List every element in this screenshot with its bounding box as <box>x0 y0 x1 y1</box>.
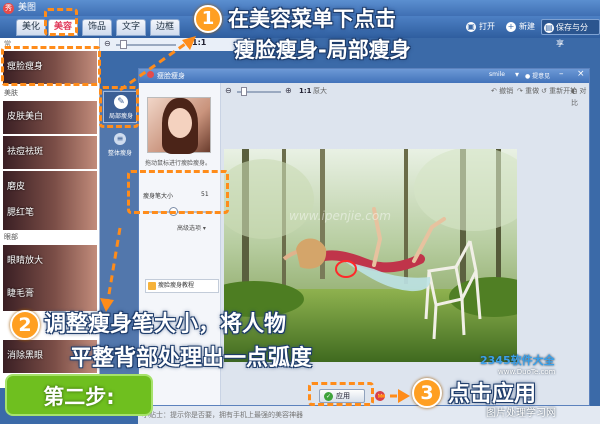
step3-number-badge: 3 <box>412 378 442 408</box>
app-window: 美图 秀 美化 美容 饰品 文字 边框 ▣ 打开 + 新建 ▤ 保存与分享 常 … <box>0 0 600 424</box>
step2-number-badge: 2 <box>10 310 40 340</box>
brand-url-watermark: www.DuoTe.com <box>498 368 556 376</box>
step-two-label: 第二步: <box>5 374 153 416</box>
step2-instruction-line1: 调整瘦身笔大小，将人物 <box>44 312 287 337</box>
step1-number-badge: 1 <box>194 5 222 33</box>
step1-instruction-line1: 在美容菜单下点击 <box>228 7 396 31</box>
arrowhead-step1 <box>182 36 196 50</box>
site-watermark: 图片处理学习网 <box>486 408 556 419</box>
arrowhead-step3 <box>398 389 410 403</box>
step2-instruction-line2: 平整背部处理出一点弧度 <box>70 346 313 371</box>
brand-watermark: 2345软件大全 <box>480 354 555 367</box>
arrow-to-step1 <box>119 40 189 92</box>
step1-instruction-line2: 瘦脸瘦身-局部瘦身 <box>234 38 411 62</box>
arrow-to-step2 <box>106 227 122 301</box>
